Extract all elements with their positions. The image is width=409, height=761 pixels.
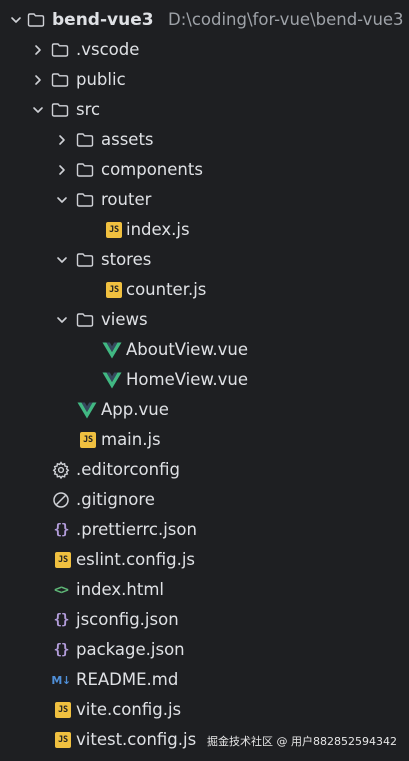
tree-item-assets[interactable]: assets <box>0 125 409 155</box>
tree-item-label: README.md <box>76 670 179 689</box>
tree-item-router-index[interactable]: JS index.js <box>0 215 409 245</box>
tree-item-label: App.vue <box>101 400 169 419</box>
vue-file-icon <box>77 400 97 420</box>
tree-item-label: main.js <box>101 430 161 449</box>
tree-item-label: eslint.config.js <box>76 550 196 569</box>
chevron-right-icon[interactable] <box>54 162 70 178</box>
tree-item-label: components <box>101 160 203 179</box>
vue-file-icon <box>102 370 122 390</box>
tree-item-counter[interactable]: JS counter.js <box>0 275 409 305</box>
js-file-icon: JS <box>53 700 73 720</box>
tree-item-label: counter.js <box>126 280 207 299</box>
folder-icon <box>75 190 95 210</box>
js-file-icon: JS <box>104 220 124 240</box>
project-name: bend-vue3 <box>52 10 154 30</box>
chevron-right-icon[interactable] <box>54 132 70 148</box>
project-tree: bend-vue3 D:\coding\for-vue\bend-vue3 .v… <box>0 5 409 755</box>
folder-icon <box>75 250 95 270</box>
tree-item-gitignore[interactable]: .gitignore <box>0 485 409 515</box>
tree-item-label: HomeView.vue <box>126 370 248 389</box>
tree-item-label: AboutView.vue <box>126 340 249 359</box>
gear-icon <box>51 460 71 480</box>
tree-item-label: package.json <box>76 640 185 659</box>
chevron-down-icon[interactable] <box>54 252 70 268</box>
chevron-down-icon[interactable] <box>30 102 46 118</box>
folder-icon <box>75 160 95 180</box>
tree-item-editorconfig[interactable]: .editorconfig <box>0 455 409 485</box>
vue-file-icon <box>102 340 122 360</box>
tree-item-app-vue[interactable]: App.vue <box>0 395 409 425</box>
tree-item-prettierrc[interactable]: {} .prettierrc.json <box>0 515 409 545</box>
js-file-icon: JS <box>53 730 73 750</box>
chevron-right-icon[interactable] <box>30 72 46 88</box>
tree-item-about-view[interactable]: AboutView.vue <box>0 335 409 365</box>
tree-item-label: assets <box>101 130 154 149</box>
json-braces-icon: {} <box>53 522 70 538</box>
markdown-icon: M↓ <box>51 673 71 687</box>
folder-icon <box>50 40 70 60</box>
chevron-down-icon[interactable] <box>8 12 24 28</box>
tree-item-label: jsconfig.json <box>76 610 179 629</box>
tree-item-index-html[interactable]: <> index.html <box>0 575 409 605</box>
tree-item-label: vitest.config.js <box>76 730 197 749</box>
tree-item-stores[interactable]: stores <box>0 245 409 275</box>
tree-item-label: .gitignore <box>76 490 155 509</box>
ignore-icon <box>51 490 71 510</box>
tree-item-router[interactable]: router <box>0 185 409 215</box>
js-file-icon: JS <box>104 280 124 300</box>
tree-item-vite-config[interactable]: JS vite.config.js <box>0 695 409 725</box>
tree-item-label: .prettierrc.json <box>76 520 197 539</box>
tree-item-label: index.html <box>76 580 164 599</box>
tree-item-label: .editorconfig <box>76 460 180 479</box>
tree-item-label: router <box>101 190 152 209</box>
json-braces-icon: {} <box>53 612 70 628</box>
tree-item-package-json[interactable]: {} package.json <box>0 635 409 665</box>
chevron-down-icon[interactable] <box>54 192 70 208</box>
tree-item-readme[interactable]: M↓ README.md <box>0 665 409 695</box>
tree-item-src[interactable]: src <box>0 95 409 125</box>
tree-item-label: views <box>101 310 148 329</box>
json-braces-icon: {} <box>53 642 70 658</box>
js-file-icon: JS <box>53 550 73 570</box>
tree-item-label: stores <box>101 250 152 269</box>
tree-item-label: src <box>76 100 101 119</box>
tree-item-components[interactable]: components <box>0 155 409 185</box>
tree-item-vscode[interactable]: .vscode <box>0 35 409 65</box>
tree-item-label: .vscode <box>76 40 140 59</box>
watermark: 掘金技术社区 @ 用户882852594342 <box>207 735 397 748</box>
chevron-right-icon[interactable] <box>30 42 46 58</box>
tree-item-label: public <box>76 70 126 89</box>
tree-item-home-view[interactable]: HomeView.vue <box>0 365 409 395</box>
folder-icon <box>50 100 70 120</box>
folder-icon <box>75 310 95 330</box>
tree-item-main-js[interactable]: JS main.js <box>0 425 409 455</box>
folder-icon <box>26 10 46 30</box>
tree-item-root[interactable]: bend-vue3 D:\coding\for-vue\bend-vue3 <box>0 5 409 35</box>
chevron-down-icon[interactable] <box>54 312 70 328</box>
folder-icon <box>50 70 70 90</box>
html-brackets-icon: <> <box>54 582 69 598</box>
tree-item-label: index.js <box>126 220 190 239</box>
js-file-icon: JS <box>78 430 98 450</box>
tree-item-eslint[interactable]: JS eslint.config.js <box>0 545 409 575</box>
project-path: D:\coding\for-vue\bend-vue3 <box>168 10 404 29</box>
tree-item-jsconfig[interactable]: {} jsconfig.json <box>0 605 409 635</box>
tree-item-label: vite.config.js <box>76 700 182 719</box>
folder-icon <box>75 130 95 150</box>
tree-item-views[interactable]: views <box>0 305 409 335</box>
tree-item-public[interactable]: public <box>0 65 409 95</box>
